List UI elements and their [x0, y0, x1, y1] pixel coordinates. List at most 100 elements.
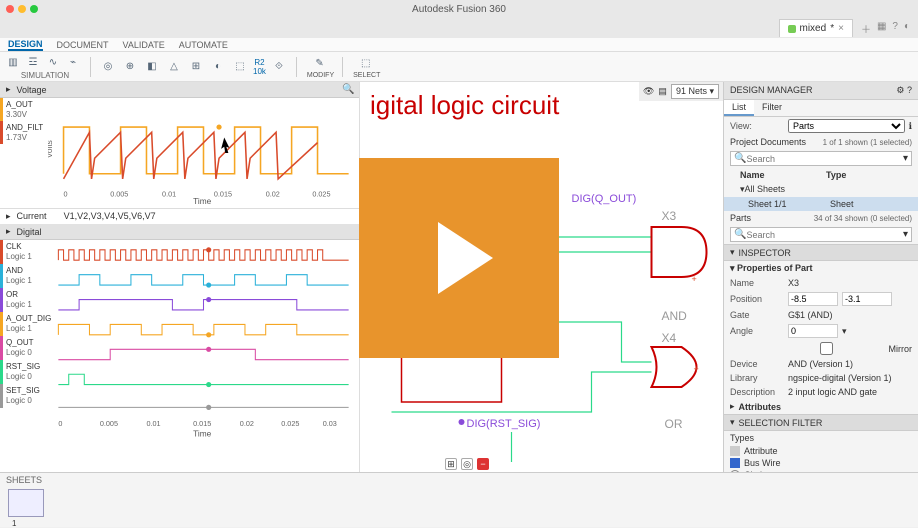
- svg-text:Time: Time: [193, 428, 211, 438]
- dm-title: DESIGN MANAGER: [730, 85, 813, 96]
- and-label: AND: [662, 309, 688, 323]
- r2-label: R2: [254, 58, 264, 67]
- grid-icon[interactable]: ▦: [877, 21, 886, 36]
- expand-icon[interactable]: ▾: [903, 229, 908, 240]
- close-window-button[interactable]: [6, 5, 14, 13]
- svg-text:0.01: 0.01: [162, 190, 176, 199]
- tool-icon-1[interactable]: ◎: [99, 58, 117, 76]
- dsig-clk[interactable]: CLKLogic 1: [0, 240, 48, 264]
- dsig-aout[interactable]: A_OUT_DIGLogic 1: [0, 312, 48, 336]
- x4-label: X4: [662, 331, 677, 345]
- sheets-label: SHEETS: [0, 473, 918, 487]
- layer-icon[interactable]: ▤: [658, 86, 667, 97]
- search-icon[interactable]: 🔍: [342, 84, 356, 98]
- vsig-a-out[interactable]: A_OUT 3.30V: [0, 98, 48, 121]
- add-tab-icon[interactable]: ＋: [861, 21, 871, 36]
- svg-text:+: +: [694, 364, 699, 374]
- dsig-and[interactable]: ANDLogic 1: [0, 264, 48, 288]
- close-tab-icon[interactable]: ×: [838, 23, 844, 34]
- prop-pos-x[interactable]: [788, 292, 838, 306]
- prop-angle[interactable]: [788, 324, 838, 338]
- mirror-checkbox[interactable]: [768, 342, 884, 355]
- svg-text:0.01: 0.01: [146, 419, 160, 428]
- view-select[interactable]: Parts: [788, 119, 905, 133]
- dsig-or[interactable]: ORLogic 1: [0, 288, 48, 312]
- vsig-and-filt[interactable]: AND_FILT 1.73V: [0, 121, 48, 144]
- canvas-title: igital logic circuit: [370, 90, 559, 121]
- help-icon[interactable]: ?: [892, 21, 898, 36]
- select-icon[interactable]: ⬚: [357, 54, 375, 72]
- sheets-panel: SHEETS 1: [0, 472, 918, 527]
- gear-icon[interactable]: ⚙: [896, 85, 904, 95]
- tab-list[interactable]: List: [724, 100, 754, 116]
- minimize-window-button[interactable]: [18, 5, 26, 13]
- window-titlebar: Autodesk Fusion 360: [0, 0, 918, 18]
- proj-docs-label: Project Documents: [730, 137, 806, 147]
- props-head: Properties of Part: [737, 263, 813, 273]
- sheet-row[interactable]: Sheet 1/1Sheet: [724, 197, 918, 211]
- nets-select[interactable]: 91 Nets ▾: [671, 84, 719, 99]
- prop-gate: G$1 (AND): [788, 310, 912, 320]
- menu-design[interactable]: DESIGN: [8, 39, 43, 51]
- menu-document[interactable]: DOCUMENT: [57, 40, 109, 50]
- sheet-thumb-1[interactable]: [8, 489, 44, 517]
- svg-text:0.015: 0.015: [214, 190, 232, 199]
- sim-config-icon[interactable]: ▥: [4, 53, 22, 71]
- tool-icon-2[interactable]: ⊕: [121, 58, 139, 76]
- menu-validate[interactable]: VALIDATE: [123, 40, 165, 50]
- tool-icon-3[interactable]: ◧: [143, 58, 161, 76]
- svg-text:0.005: 0.005: [100, 419, 118, 428]
- tab-filter[interactable]: Filter: [754, 100, 790, 116]
- filter-circle[interactable]: Circle: [724, 469, 918, 472]
- dm-search-input[interactable]: [746, 154, 903, 164]
- tool-icon-7[interactable]: ⬚: [231, 58, 249, 76]
- filter-bus-wire[interactable]: Bus Wire: [724, 457, 918, 469]
- dsig-set[interactable]: SET_SIGLogic 0: [0, 384, 48, 408]
- prop-attr[interactable]: Attributes: [739, 402, 782, 412]
- filter-attribute[interactable]: Attribute: [724, 445, 918, 457]
- dsig-rst[interactable]: RST_SIGLogic 0: [0, 360, 48, 384]
- help-icon[interactable]: ?: [907, 85, 912, 95]
- digital-plot[interactable]: 00.0050.010.0150.020.0250.03 Time: [48, 240, 359, 440]
- parts-label: Parts: [730, 213, 751, 223]
- sim-wave-icon[interactable]: ∿: [44, 53, 62, 71]
- svg-text:0.025: 0.025: [312, 190, 330, 199]
- eye-icon[interactable]: 👁: [643, 86, 654, 97]
- maximize-window-button[interactable]: [30, 5, 38, 13]
- menu-automate[interactable]: AUTOMATE: [179, 40, 228, 50]
- tool-icon-6[interactable]: ◐: [209, 58, 227, 76]
- prop-pos-y[interactable]: [842, 292, 892, 306]
- tool-icon-4[interactable]: △: [165, 58, 183, 76]
- play-video-button[interactable]: [359, 158, 559, 358]
- search-icon: 🔍: [734, 229, 746, 240]
- sim-group-label: SIMULATION: [21, 71, 69, 80]
- tool-icon-8[interactable]: ⟐: [270, 58, 288, 76]
- dsig-qout[interactable]: Q_OUTLogic 0: [0, 336, 48, 360]
- canvas-tool-1[interactable]: ⊞: [445, 458, 457, 470]
- digital-head: Digital: [17, 227, 42, 237]
- view-label: View:: [730, 121, 784, 131]
- info-icon[interactable]: ℹ: [909, 121, 912, 132]
- document-tab[interactable]: mixed* ×: [779, 19, 853, 37]
- lbl-dig-rst: DIG(RST_SIG): [467, 418, 541, 430]
- voltage-plot[interactable]: Volts 00.0050.010.0150.020.025 Time: [48, 98, 359, 208]
- user-icon[interactable]: ◐: [904, 21, 910, 36]
- simulation-panel: 🔍 ▸Voltage A_OUT 3.30V AND_FILT 1.73V Vo…: [0, 82, 360, 472]
- canvas-tool-2[interactable]: ◎: [461, 458, 473, 470]
- all-sheets-row[interactable]: All Sheets: [745, 184, 786, 195]
- sim-probe-icon[interactable]: ⌁: [64, 53, 82, 71]
- tool-icon-5[interactable]: ⊞: [187, 58, 205, 76]
- voltage-head: Voltage: [17, 85, 47, 95]
- modify-icon[interactable]: ✎: [311, 54, 329, 72]
- angle-dd[interactable]: ▾: [842, 326, 847, 337]
- parts-search-input[interactable]: [746, 230, 903, 240]
- ylabel: Volts: [48, 140, 54, 158]
- app-title: Autodesk Fusion 360: [412, 4, 506, 15]
- doc-name: mixed: [800, 23, 827, 34]
- svg-text:0.03: 0.03: [323, 419, 337, 428]
- prop-desc: 2 input logic AND gate: [788, 387, 912, 397]
- sim-run-icon[interactable]: ☲: [24, 53, 42, 71]
- expand-icon[interactable]: ▾: [903, 153, 908, 164]
- canvas-tool-stop[interactable]: −: [477, 458, 489, 470]
- design-manager-panel: DESIGN MANAGER ⚙ ? List Filter View: Part…: [723, 82, 918, 472]
